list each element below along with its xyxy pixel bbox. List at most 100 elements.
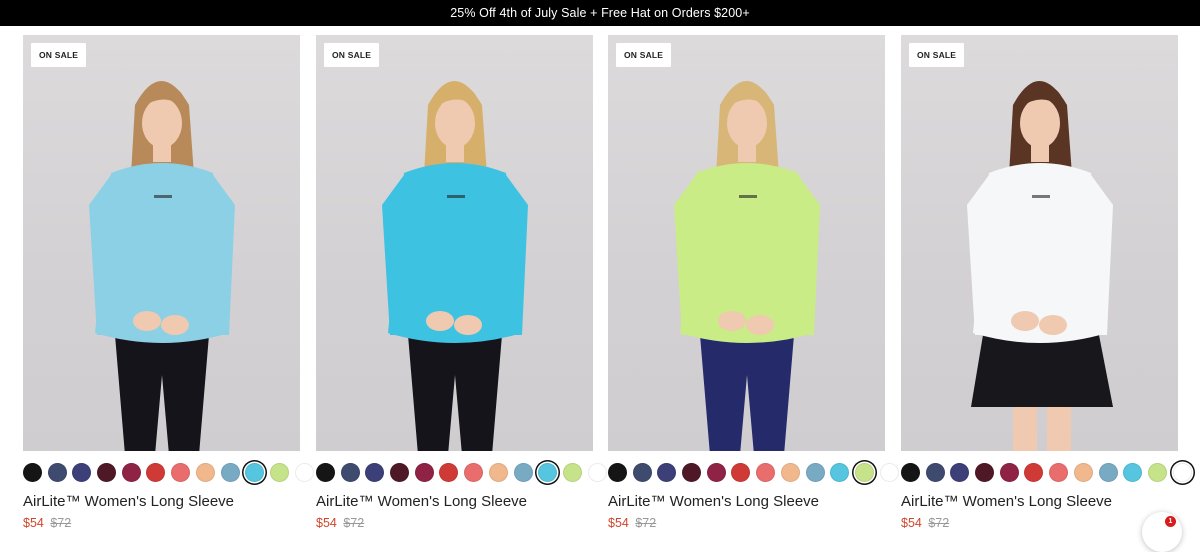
product-title[interactable]: AirLite™ Women's Long Sleeve [608,493,819,510]
product-title[interactable]: AirLite™ Women's Long Sleeve [901,493,1112,510]
price-row: $54 $72 [901,516,949,530]
color-swatch[interactable] [562,462,582,482]
on-sale-badge: ON SALE [324,43,380,67]
color-swatches [23,461,314,483]
color-swatches [608,461,899,483]
product-image[interactable]: ON SALE [608,35,885,451]
color-swatch[interactable] [731,462,751,482]
price-row: $54 $72 [608,516,656,530]
on-sale-badge: ON SALE [909,43,965,67]
product-title[interactable]: AirLite™ Women's Long Sleeve [23,493,234,510]
color-swatch[interactable] [439,462,459,482]
product-image[interactable]: ON SALE [316,35,593,451]
model-leggings [115,335,209,451]
color-swatch[interactable] [879,462,899,482]
color-swatch[interactable] [121,462,141,482]
color-swatch[interactable] [47,462,67,482]
model-face [435,98,475,148]
color-swatch[interactable] [245,462,265,482]
color-swatch[interactable] [999,462,1019,482]
price-row: $54 $72 [23,516,71,530]
shirt-logo [447,195,465,198]
color-swatch[interactable] [513,462,533,482]
chat-widget-button[interactable] [1142,512,1182,552]
model-face [1020,98,1060,148]
product-grid: ON SALE AirLite™ Women's Long Sleeve $54… [0,26,1200,530]
product-photo [382,81,528,451]
color-swatch[interactable] [1123,462,1143,482]
color-swatch[interactable] [632,462,652,482]
color-swatch[interactable] [830,462,850,482]
color-swatch[interactable] [901,462,920,482]
color-swatch[interactable] [1147,462,1167,482]
product-image[interactable]: ON SALE [901,35,1178,451]
product-title[interactable]: AirLite™ Women's Long Sleeve [316,493,527,510]
announcement-bar: 25% Off 4th of July Sale + Free Hat on O… [0,0,1200,26]
model-sleeve [674,175,708,335]
color-swatch[interactable] [72,462,92,482]
product-photo [967,81,1113,451]
announcement-text: 25% Off 4th of July Sale + Free Hat on O… [450,6,750,20]
color-swatches [901,461,1192,483]
color-swatch[interactable] [805,462,825,482]
model-hand [454,315,482,335]
color-swatch[interactable] [390,462,410,482]
model-leggings [408,335,502,451]
model-hand [718,311,746,331]
color-swatch[interactable] [950,462,970,482]
sale-price: $54 [23,516,44,530]
color-swatch[interactable] [316,462,335,482]
color-swatch[interactable] [414,462,434,482]
color-swatch[interactable] [975,462,995,482]
color-swatch[interactable] [365,462,385,482]
product-card[interactable]: ON SALE AirLite™ Women's Long Sleeve $54… [608,35,899,530]
shirt-logo [1032,195,1050,198]
color-swatch[interactable] [146,462,166,482]
color-swatch[interactable] [23,462,42,482]
color-swatch[interactable] [538,462,558,482]
color-swatch[interactable] [171,462,191,482]
color-swatch[interactable] [682,462,702,482]
color-swatch[interactable] [1049,462,1069,482]
model-hand [161,315,189,335]
product-card[interactable]: ON SALE AirLite™ Women's Long Sleeve $54… [316,35,607,530]
color-swatch[interactable] [1098,462,1118,482]
color-swatch[interactable] [269,462,289,482]
color-swatch[interactable] [1024,462,1044,482]
model-hand [1011,311,1039,331]
color-swatch[interactable] [1073,462,1093,482]
color-swatches [316,461,607,483]
color-swatch[interactable] [195,462,215,482]
color-swatch[interactable] [464,462,484,482]
color-swatch[interactable] [488,462,508,482]
color-swatch[interactable] [587,462,607,482]
color-swatch[interactable] [657,462,677,482]
color-swatch[interactable] [294,462,314,482]
color-swatch[interactable] [756,462,776,482]
color-swatch[interactable] [220,462,240,482]
on-sale-badge: ON SALE [31,43,87,67]
color-swatch[interactable] [780,462,800,482]
compare-price: $72 [343,516,365,530]
color-swatch[interactable] [706,462,726,482]
price-row: $54 $72 [316,516,364,530]
sale-price: $54 [901,516,922,530]
color-swatch[interactable] [925,462,945,482]
sale-price: $54 [316,516,337,530]
sale-price: $54 [608,516,629,530]
compare-price: $72 [50,516,72,530]
color-swatch[interactable] [97,462,117,482]
product-photo [674,81,820,451]
product-image[interactable]: ON SALE [23,35,300,451]
product-photo [89,81,235,451]
product-card[interactable]: ON SALE AirLite™ Women's Long Sleeve $54… [901,35,1192,530]
color-swatch[interactable] [1172,462,1192,482]
model-leggings [700,335,794,451]
color-swatch[interactable] [854,462,874,482]
color-swatch[interactable] [340,462,360,482]
color-swatch[interactable] [608,462,627,482]
model-hand [426,311,454,331]
model-sleeve [1079,175,1113,335]
product-card[interactable]: ON SALE AirLite™ Women's Long Sleeve $54… [23,35,314,530]
model-skirt [971,335,1113,407]
